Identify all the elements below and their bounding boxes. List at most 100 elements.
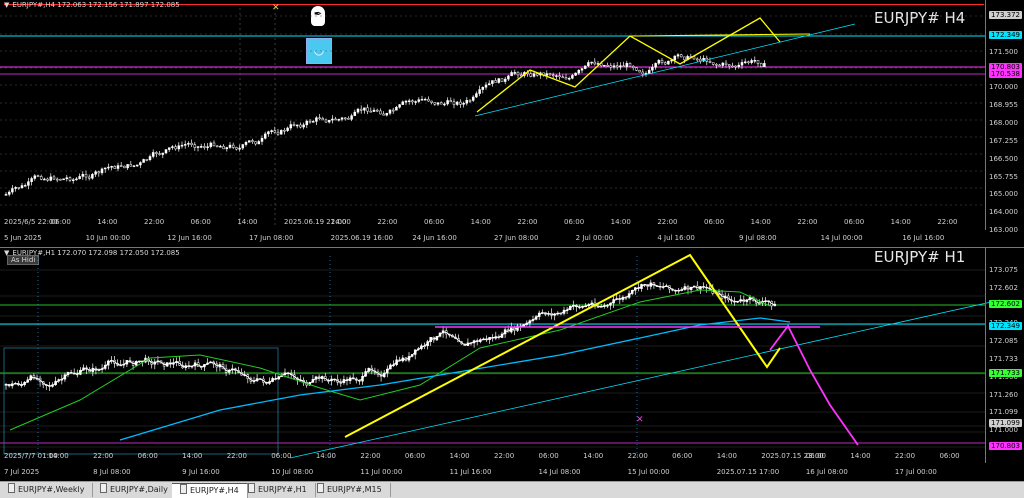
time-tick: 14:00 [610,218,631,226]
candle [283,129,286,132]
tab-h1[interactable]: EURJPY#,H1 [240,483,316,497]
candle [731,65,734,68]
candle [532,73,536,77]
candle [97,171,101,174]
price-tag: 171.733 [989,369,1022,377]
candle [228,144,232,148]
candle [225,147,229,150]
candle [478,89,481,94]
candle [436,102,440,105]
candle [484,84,488,88]
price-tag: 172.602 [989,300,1022,308]
candle [318,117,321,120]
candle [724,62,728,65]
candle [721,62,725,66]
price-tick: 171.500 [989,47,1018,56]
candle [340,117,344,120]
time-tick: 24 Jun 16:00 [412,234,457,242]
candle [289,124,293,129]
candle [641,71,645,75]
candle [551,74,555,77]
candle [260,138,264,142]
price-tick: 165.000 [989,190,1018,199]
tab-h4[interactable]: EURJPY#,H4 [172,483,248,498]
time-tick: 7 Jul 2025 [4,468,40,476]
time-tick: 9 Jul 16:00 [182,468,220,476]
time-tick: 22:00 [797,218,818,226]
candle [94,171,97,175]
h4-time-axis[interactable]: 2025/6/5 22:00 06:00 14:00 22:00 06:00 14:00 2… [0,218,986,242]
candle [343,117,347,120]
candle [231,144,235,148]
candle [615,65,619,68]
candle [20,185,24,189]
candle [462,102,465,105]
candle [49,176,53,181]
time-tick: 14:00 [237,218,258,226]
candle [177,145,181,150]
candle [187,142,190,145]
chart-icon [248,483,255,493]
candle [372,109,376,112]
candle [148,156,152,160]
time-tick: 14:00 [890,218,911,226]
time-tick: 17 Jun 08:00 [249,234,294,242]
candle [369,110,373,113]
candle [331,118,334,121]
candle [391,109,395,112]
time-tick: 06:00 [538,452,559,460]
candle [212,142,216,147]
chart-icon [317,483,324,493]
candle [651,66,654,71]
candle [27,181,30,186]
time-tick: 06:00 [672,452,693,460]
price-tag: 173.372 [989,11,1022,19]
candle [747,61,750,64]
tab-m15[interactable]: EURJPY#,M15 [309,483,391,497]
candle [567,78,571,80]
candle [513,72,517,74]
candle [270,130,273,132]
h1-price-axis[interactable]: 173.075172.602172.500172.349172.085171.7… [985,248,1024,463]
time-tick: 06:00 [424,218,445,226]
tab-daily[interactable]: EURJPY#,Daily [92,483,177,497]
candle [203,146,206,148]
candle [222,145,225,150]
chart-icon [8,483,15,493]
tab-weekly[interactable]: EURJPY#,Weekly [0,483,94,497]
candle [321,118,325,121]
candle [107,166,110,169]
candle [494,80,497,83]
candle [417,99,421,102]
candle [155,152,158,154]
candle [497,78,501,83]
candle [350,115,353,120]
time-tick: 8 Jul 08:00 [93,468,131,476]
h1-time-axis[interactable]: 2025/7/7 01:00 14:00 22:00 06:00 14:00 22:00 0… [0,452,986,476]
candle [196,146,200,148]
time-tick: 14:00 [330,218,351,226]
time-tick: 11 Jul 16:00 [449,468,492,476]
price-tick: 172.602 [989,283,1018,292]
candle [398,104,401,108]
chart-icon [100,483,107,493]
time-tick: 22:00 [93,452,114,460]
candle [583,65,587,69]
candle [439,102,443,105]
price-tick: 170.000 [989,83,1018,92]
candle [119,165,123,167]
candle [52,176,56,180]
candle [619,65,622,68]
price-tick: 164.000 [989,208,1018,217]
candle [100,168,104,174]
candle [385,113,389,116]
h4-price-axis[interactable]: 173.372172.349171.500170.803170.000168.9… [985,0,1024,234]
time-tick: 06:00 [805,452,826,460]
candle [17,187,21,189]
candle [11,188,14,193]
candle [679,54,683,58]
candle [164,149,168,154]
candle [251,140,254,142]
candle [727,64,731,67]
price-tick: 168.000 [989,119,1018,127]
